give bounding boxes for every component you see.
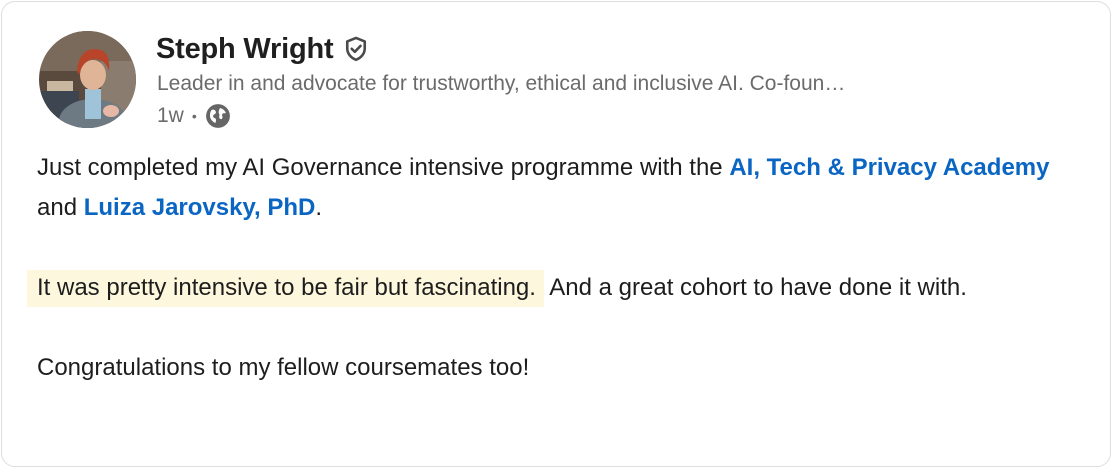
globe-icon: [205, 103, 231, 129]
meta-separator: •: [191, 108, 197, 124]
post-time[interactable]: 1w: [157, 104, 184, 128]
post-text: .: [315, 194, 323, 221]
post-paragraph-2: It was pretty intensive to be fair but f…: [27, 268, 1087, 308]
author-photo: [39, 31, 136, 128]
post-text: Just completed my AI Governance intensiv…: [37, 154, 730, 181]
post-paragraph-3: Congratulations to my fellow coursemates…: [37, 354, 530, 381]
post-body: Just completed my AI Governance intensiv…: [27, 148, 1087, 388]
shield-check-icon: [342, 35, 370, 63]
avatar[interactable]: [39, 31, 136, 128]
author-name-row: Steph Wright: [156, 30, 370, 68]
mention-company-link[interactable]: AI, Tech & Privacy Academy: [729, 154, 1049, 181]
author-headline: Leader in and advocate for trustworthy, …: [157, 72, 846, 95]
post-text: and: [37, 194, 84, 221]
post-card: Steph Wright Leader in and advocate for …: [1, 1, 1111, 467]
post-meta: 1w •: [157, 102, 231, 130]
author-name[interactable]: Steph Wright: [156, 33, 334, 66]
post-paragraph-1: Just completed my AI Governance intensiv…: [37, 148, 1087, 228]
mention-person-link[interactable]: Luiza Jarovsky, PhD: [84, 194, 316, 221]
highlighted-text: It was pretty intensive to be fair but f…: [27, 270, 544, 307]
post-text: And a great cohort to have done it with.: [543, 274, 967, 301]
